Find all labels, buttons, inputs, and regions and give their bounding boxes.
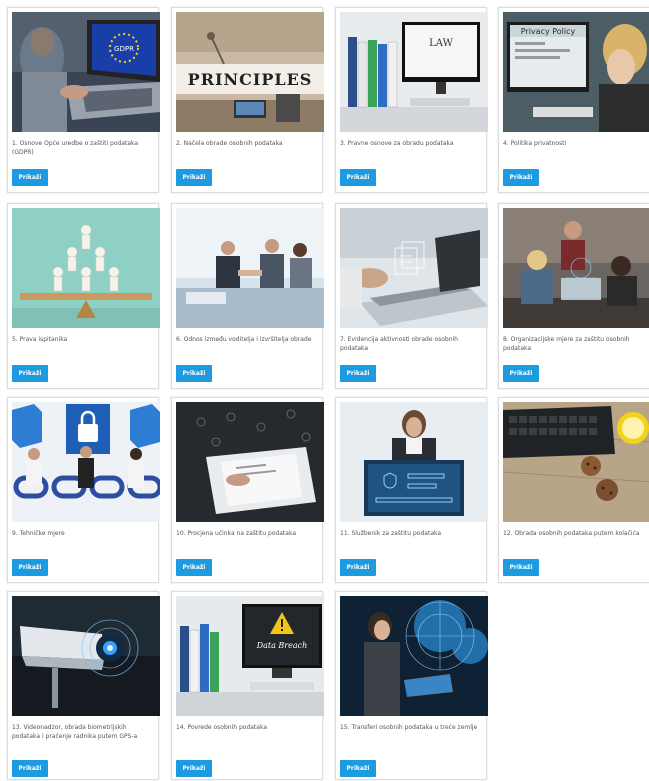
show-button[interactable]: Prikaži — [12, 169, 48, 186]
card-image-rights[interactable] — [12, 208, 160, 328]
privacy-policy-text: Privacy Policy — [521, 27, 576, 36]
card-image-transfers[interactable] — [340, 596, 488, 716]
card-image-privacy-policy[interactable]: Privacy Policy — [503, 12, 649, 132]
course-card: PRINCIPLES 2. Načela obrade osobnih poda… — [171, 7, 324, 193]
course-card: 5. Prava ispitanika Prikaži — [7, 203, 160, 389]
card-title: 1. Osnove Opće uredbe o zaštiti podataka… — [12, 140, 139, 156]
course-card: 10. Procjena učinka na zaštitu podataka … — [171, 397, 324, 583]
card-title: 8. Organizacijske mjere za zaštitu osobn… — [503, 336, 630, 352]
show-button[interactable]: Prikaži — [340, 559, 376, 576]
card-title: 7. Evidencija aktivnosti obrade osobnih … — [340, 336, 458, 352]
show-button[interactable]: Prikaži — [12, 365, 48, 382]
card-title: 15. Transferi osobnih podataka u treće z… — [340, 724, 478, 731]
show-button[interactable]: Prikaži — [503, 365, 539, 382]
card-title: 4. Politika privatnosti — [503, 140, 567, 147]
show-button[interactable]: Prikaži — [340, 365, 376, 382]
course-card: GDPR 1. Osnove Opće uredbe o zaštiti pod… — [7, 7, 160, 193]
show-button[interactable]: Prikaži — [340, 169, 376, 186]
show-button[interactable]: Prikaži — [176, 760, 212, 777]
show-button[interactable]: Prikaži — [340, 760, 376, 777]
card-title: 6. Odnos između voditelja i izvršitelja … — [176, 336, 312, 343]
course-card: Privacy Policy 4. Politika privatnosti P… — [498, 7, 649, 193]
card-image-team[interactable] — [503, 208, 649, 328]
card-title: 11. Službenik za zaštitu podataka — [340, 530, 442, 537]
course-card: LAW 3. Pravne osnove za obradu podataka … — [335, 7, 488, 193]
course-card: 11. Službenik za zaštitu podataka Prikaž… — [335, 397, 488, 583]
card-image-data-breach[interactable]: Data Breach — [176, 596, 324, 716]
course-card: 12. Obrada osobnih podataka putem kolači… — [498, 397, 649, 583]
card-image-law[interactable]: LAW — [340, 12, 488, 132]
show-button[interactable]: Prikaži — [503, 169, 539, 186]
card-image-dpo[interactable] — [340, 402, 488, 522]
course-card: Data Breach 14. Povrede osobnih podataka… — [171, 591, 324, 780]
show-button[interactable]: Prikaži — [176, 169, 212, 186]
card-image-principles[interactable]: PRINCIPLES — [176, 12, 324, 132]
show-button[interactable]: Prikaži — [12, 760, 48, 777]
course-card: 6. Odnos između voditelja i izvršitelja … — [171, 203, 324, 389]
card-title: 13. Videonadzor, obrada biometrijskih po… — [12, 724, 138, 740]
course-card: 8. Organizacijske mjere za zaštitu osobn… — [498, 203, 649, 389]
card-image-gdpr[interactable]: GDPR — [12, 12, 160, 132]
card-title: 3. Pravne osnove za obradu podataka — [340, 140, 454, 147]
card-title: 9. Tehničke mjere — [12, 530, 65, 537]
law-text: LAW — [429, 38, 453, 49]
card-image-impact-assessment[interactable] — [176, 402, 324, 522]
course-card: 9. Tehničke mjere Prikaži — [7, 397, 160, 583]
course-card: 15. Transferi osobnih podataka u treće z… — [335, 591, 488, 780]
card-image-technical[interactable] — [12, 402, 160, 522]
show-button[interactable]: Prikaži — [503, 559, 539, 576]
course-card: 7. Evidencija aktivnosti obrade osobnih … — [335, 203, 488, 389]
show-button[interactable]: Prikaži — [12, 559, 48, 576]
show-button[interactable]: Prikaži — [176, 559, 212, 576]
course-card: 13. Videonadzor, obrada biometrijskih po… — [7, 591, 160, 780]
gdpr-flag-text: GDPR — [114, 45, 134, 53]
card-title: 14. Povrede osobnih podataka — [176, 724, 268, 731]
data-breach-text: Data Breach — [256, 641, 308, 650]
card-title: 2. Načela obrade osobnih podataka — [176, 140, 283, 147]
card-title: 12. Obrada osobnih podataka putem kolači… — [503, 530, 640, 537]
card-image-cookies[interactable] — [503, 402, 649, 522]
card-image-video-surveillance[interactable] — [12, 596, 160, 716]
card-title: 5. Prava ispitanika — [12, 336, 68, 343]
card-image-handshake[interactable] — [176, 208, 324, 328]
principles-text: PRINCIPLES — [188, 70, 313, 89]
card-image-records[interactable] — [340, 208, 488, 328]
show-button[interactable]: Prikaži — [176, 365, 212, 382]
card-title: 10. Procjena učinka na zaštitu podataka — [176, 530, 296, 537]
